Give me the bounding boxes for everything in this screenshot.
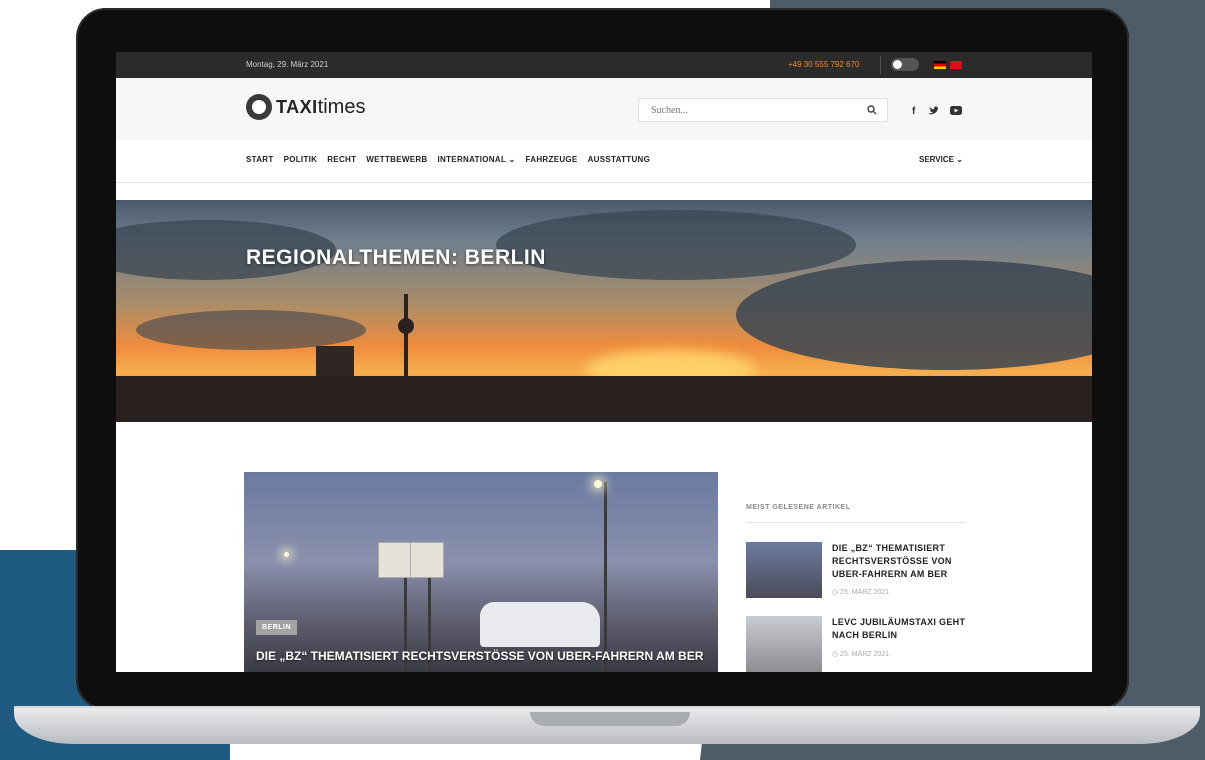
list-item-date: ◷ 25. MÄRZ 2021 <box>832 589 890 596</box>
list-item-title[interactable]: LEVC JUBILÄUMSTAXI GEHT NACH BERLIN <box>832 616 972 642</box>
list-item[interactable]: DIE „BZ“ THEMATISIERT RECHTSVERSTÖSSE VO… <box>746 542 976 602</box>
featured-article[interactable]: BERLIN DIE „BZ“ THEMATISIERT RECHTSVERST… <box>244 472 718 672</box>
youtube-icon[interactable] <box>950 106 962 118</box>
flag-de-icon[interactable] <box>934 61 946 69</box>
article-title[interactable]: DIE „BZ“ THEMATISIERT RECHTSVERSTÖSSE VO… <box>256 648 716 665</box>
street-lamp <box>594 480 602 488</box>
article-thumbnail[interactable] <box>746 616 822 672</box>
page-title: REGIONALTHEMEN: BERLIN <box>246 246 546 269</box>
hero-cloud <box>496 210 856 280</box>
hero-cloud <box>736 260 1092 370</box>
police-van <box>480 602 600 647</box>
toggle-knob <box>893 60 902 69</box>
main-navigation: START POLITIK RECHT WETTBEWERB INTERNATI… <box>116 140 1092 183</box>
list-item-date: ◷ 25. MÄRZ 2021 <box>832 651 890 658</box>
dark-mode-toggle[interactable] <box>891 58 919 71</box>
list-item[interactable]: LEVC JUBILÄUMSTAXI GEHT NACH BERLIN ◷ 25… <box>746 616 976 672</box>
nav-items: START POLITIK RECHT WETTBEWERB INTERNATI… <box>246 155 650 164</box>
street-lamp-pole <box>604 482 607 672</box>
city-skyline <box>116 376 1092 422</box>
list-item-title[interactable]: DIE „BZ“ THEMATISIERT RECHTSVERSTÖSSE VO… <box>832 542 972 581</box>
current-date: Montag, 29. März 2021 <box>246 60 329 69</box>
search-box <box>638 98 888 122</box>
laptop-screen: Montag, 29. März 2021 +49 30 555 792 670… <box>116 52 1092 672</box>
nav-item-start[interactable]: START <box>246 155 274 164</box>
road-sign <box>410 542 444 578</box>
top-bar: Montag, 29. März 2021 +49 30 555 792 670 <box>116 52 1092 78</box>
nav-item-service[interactable]: SERVICE ⌄ <box>919 155 963 164</box>
article-thumbnail[interactable] <box>746 542 822 598</box>
facebook-icon[interactable]: f <box>912 106 915 117</box>
flag-tr-icon[interactable] <box>950 61 962 69</box>
sidebar-heading: MEIST GELESENE ARTIKEL <box>746 504 851 511</box>
category-badge[interactable]: BERLIN <box>256 620 298 635</box>
nav-item-politik[interactable]: POLITIK <box>284 155 318 164</box>
tv-tower-sphere <box>398 318 414 334</box>
logo-text-light: times <box>317 95 366 118</box>
site-logo[interactable]: TAXI times <box>246 94 365 120</box>
search-input[interactable] <box>649 104 853 117</box>
hero-banner: REGIONALTHEMEN: BERLIN <box>116 200 1092 422</box>
logo-text-bold: TAXI <box>276 96 318 117</box>
nav-item-international[interactable]: INTERNATIONAL ⌄ <box>438 155 516 164</box>
globe-icon <box>246 94 272 120</box>
nav-item-ausstattung[interactable]: AUSSTATTUNG <box>588 155 651 164</box>
twitter-icon[interactable] <box>928 106 938 118</box>
nav-item-wettbewerb[interactable]: WETTBEWERB <box>366 155 427 164</box>
street-lamp <box>284 552 289 557</box>
site-header: TAXI times f <box>116 78 1092 140</box>
divider <box>746 522 966 523</box>
nav-item-recht[interactable]: RECHT <box>327 155 356 164</box>
phone-link[interactable]: +49 30 555 792 670 <box>788 60 859 69</box>
laptop-notch <box>530 712 690 726</box>
divider <box>880 56 881 74</box>
hero-cloud <box>136 310 366 350</box>
nav-item-fahrzeuge[interactable]: FAHRZEUGE <box>526 155 578 164</box>
road-sign <box>378 542 412 578</box>
search-icon[interactable] <box>867 105 877 115</box>
